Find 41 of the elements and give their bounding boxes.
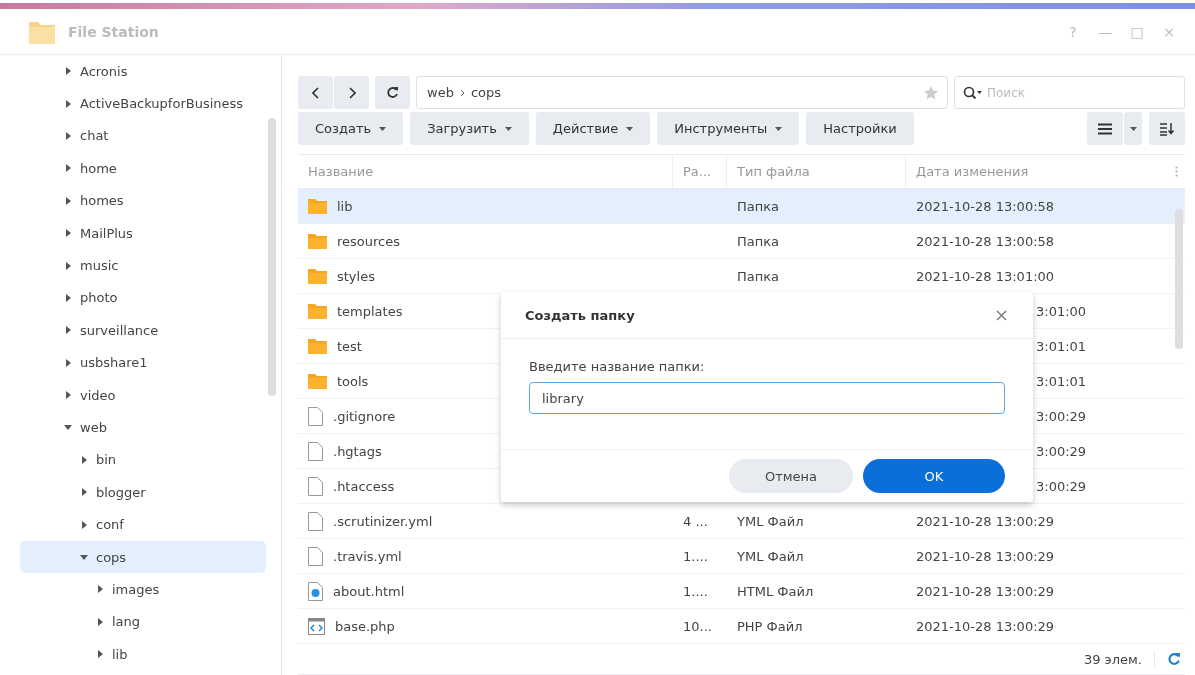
window-title: File Station: [68, 24, 159, 40]
file-name: about.html: [333, 583, 405, 599]
modified-date: 2021-10-28 13:01:00: [916, 268, 1055, 284]
modified-date: 2021-10-28 13:00:58: [916, 233, 1055, 249]
file-name: .hgtags: [333, 443, 382, 459]
file-type: YML Файл: [737, 513, 804, 529]
file-name: resources: [337, 233, 400, 249]
file-name: styles: [337, 268, 375, 284]
file-name: test: [337, 338, 362, 354]
modified-date: 2021-10-28 13:00:29: [916, 618, 1055, 634]
modified-date: 2021-10-28 13:00:29: [916, 583, 1055, 599]
modified-date: 3:00:29: [1036, 443, 1087, 459]
modified-date: 3:01:01: [1036, 373, 1087, 389]
modified-date: 2021-10-28 13:00:29: [916, 513, 1055, 529]
file-type: YML Файл: [737, 548, 804, 564]
file-name: .gitignore: [333, 408, 396, 424]
file-size: 1....: [683, 583, 708, 599]
modified-date: 2021-10-28 13:00:58: [916, 198, 1055, 214]
modified-date: 3:01:01: [1036, 338, 1087, 354]
file-type: HTML Файл: [737, 583, 814, 599]
file-type: Папка: [737, 233, 780, 249]
file-size: 4 ...: [683, 513, 708, 529]
file-name: .travis.yml: [333, 548, 402, 564]
file-type: PHP Файл: [737, 618, 803, 634]
file-type: Папка: [737, 268, 780, 284]
file-name: templates: [337, 303, 403, 319]
dialog-title: Создать папку: [525, 307, 635, 323]
file-size: 10...: [683, 618, 712, 634]
modified-date: 3:00:29: [1036, 478, 1087, 494]
modified-date: 2021-10-28 13:00:29: [916, 548, 1055, 564]
file-size: 1....: [683, 548, 708, 564]
field-label: Введите название папки:: [529, 359, 706, 374]
item-count: 39 элем.: [1083, 651, 1155, 667]
file-name: base.php: [335, 618, 395, 634]
file-type: Папка: [737, 198, 780, 214]
file-name: .htaccess: [333, 478, 395, 494]
modified-date: 3:01:00: [1036, 303, 1087, 319]
modified-date: 3:00:29: [1036, 408, 1087, 424]
file-name: lib: [337, 198, 353, 214]
file-name: .scrutinizer.yml: [333, 513, 433, 529]
file-name: tools: [337, 373, 369, 389]
